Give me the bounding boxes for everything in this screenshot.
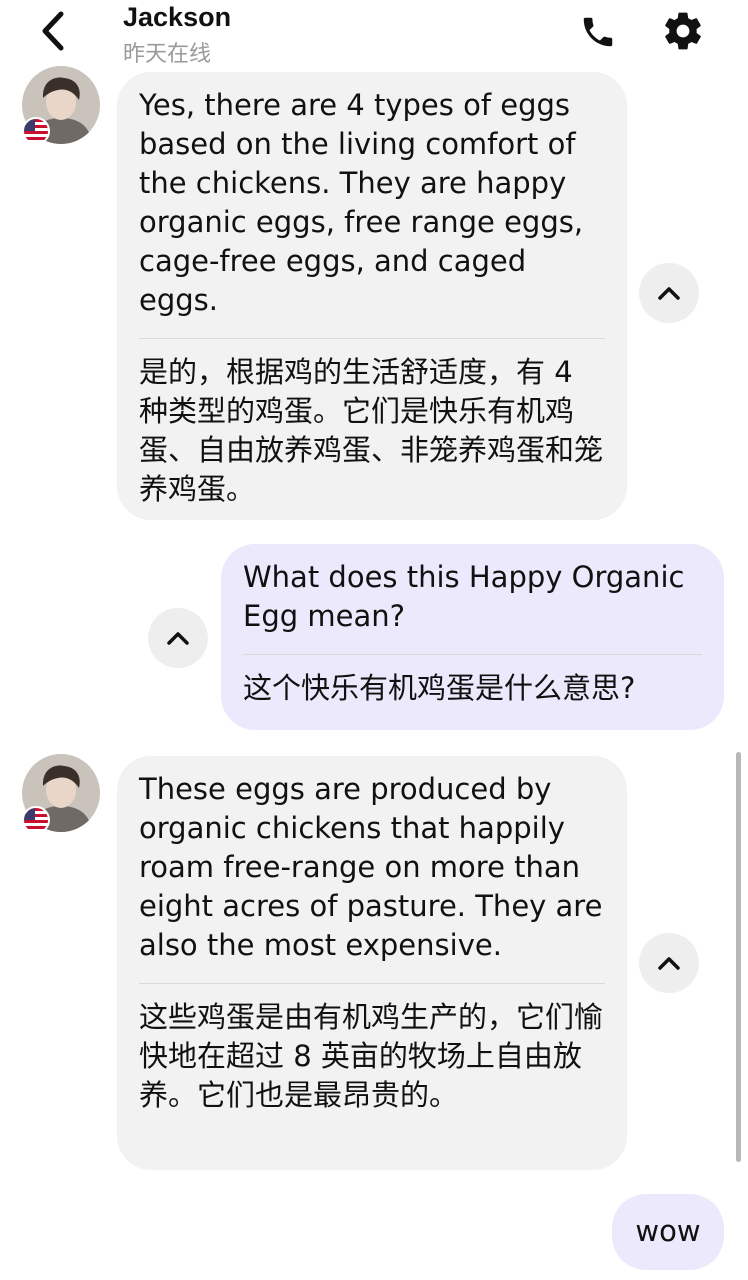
scrollbar[interactable]	[736, 752, 741, 1162]
message-text-chinese: 是的，根据鸡的生活舒适度，有 4 种类型的鸡蛋。它们是快乐有机鸡蛋、自由放养鸡蛋…	[139, 355, 604, 506]
gear-icon	[665, 12, 701, 50]
message-text-english: Yes, there are 4 types of eggs based on …	[139, 88, 584, 317]
translation-divider	[139, 983, 605, 984]
last-seen-status: 昨天在线	[123, 42, 212, 67]
message-text-english: These eggs are produced by organic chick…	[139, 772, 603, 962]
chat-header: Jackson 昨天在线	[0, 0, 748, 67]
call-button[interactable]	[576, 10, 620, 54]
chevron-up-icon	[658, 957, 680, 970]
incoming-message-bubble[interactable]: These eggs are produced by organic chick…	[117, 756, 627, 1170]
message-text-english: wow	[635, 1214, 701, 1248]
incoming-message-bubble[interactable]: Yes, there are 4 types of eggs based on …	[117, 72, 627, 520]
us-flag-icon	[22, 806, 50, 834]
contact-name[interactable]: Jackson	[123, 2, 231, 33]
chevron-up-icon	[658, 287, 680, 300]
chevron-left-icon	[42, 11, 64, 51]
message-text-chinese: 这个快乐有机鸡蛋是什么意思?	[243, 671, 636, 705]
translation-divider	[243, 654, 702, 655]
settings-button[interactable]	[658, 6, 708, 56]
outgoing-message-bubble[interactable]: wow	[612, 1194, 724, 1270]
chevron-up-icon	[167, 632, 189, 645]
translation-divider	[139, 338, 605, 339]
collapse-translation-button[interactable]	[148, 608, 208, 668]
outgoing-message-bubble[interactable]: What does this Happy Organic Egg mean? 这…	[221, 544, 724, 730]
message-text-english: What does this Happy Organic Egg mean?	[243, 560, 685, 633]
us-flag-icon	[22, 117, 50, 145]
collapse-translation-button[interactable]	[639, 263, 699, 323]
back-button[interactable]	[30, 8, 76, 54]
phone-icon	[583, 17, 613, 47]
collapse-translation-button[interactable]	[639, 933, 699, 993]
message-text-chinese: 这些鸡蛋是由有机鸡生产的，它们愉快地在超过 8 英亩的牧场上自由放养。它们也是最…	[139, 1000, 604, 1112]
